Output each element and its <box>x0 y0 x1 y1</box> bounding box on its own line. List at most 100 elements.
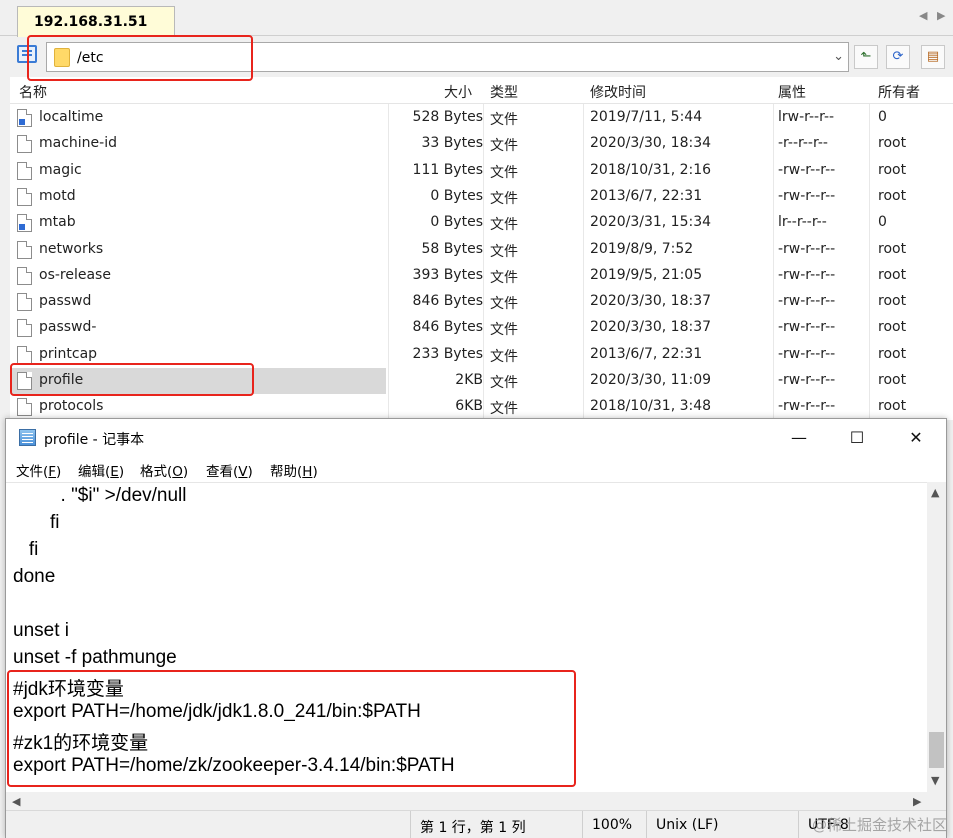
file-row[interactable]: mtab 0 Bytes 文件 2020/3/31, 15:34 lr--r--r-- 0 <box>10 210 953 236</box>
menu-file[interactable]: 文件(F) <box>16 460 61 480</box>
notepad-window: profile - 记事本 — ☐ ✕ 文件(F) 编辑(E) 格式(O) 查看… <box>5 418 947 838</box>
name-cell[interactable]: printcap <box>10 342 386 368</box>
file-owner: root <box>878 266 907 283</box>
file-row[interactable]: passwd- 846 Bytes 文件 2020/3/30, 18:37 -rw-r-… <box>10 315 953 341</box>
address-row: /etc ⌄ ⬑ ⟳ ▤ <box>0 37 953 77</box>
file-row[interactable]: os-release 393 Bytes 文件 2019/9/5, 21:05 -rw-… <box>10 263 953 289</box>
file-name: machine-id <box>39 135 117 152</box>
text-line: #zk1的环境变量 <box>13 733 149 754</box>
file-row[interactable]: machine-id 33 Bytes 文件 2020/3/30, 18:34 -r--… <box>10 131 953 157</box>
file-modified: 2019/7/11, 5:44 <box>590 109 703 125</box>
file-attributes: -rw-r--r-- <box>778 187 836 204</box>
file-modified: 2020/3/30, 18:37 <box>590 293 712 310</box>
scroll-up-icon[interactable]: ▲ <box>931 486 939 499</box>
name-cell[interactable]: passwd <box>10 289 386 315</box>
file-type: 文件 <box>490 164 518 181</box>
file-row[interactable]: networks 58 Bytes 文件 2019/8/9, 7:52 -rw-r--r… <box>10 237 953 263</box>
file-name: networks <box>39 240 104 257</box>
scroll-right-icon[interactable]: ▶ <box>913 795 921 808</box>
file-row[interactable]: passwd 846 Bytes 文件 2020/3/30, 18:37 -rw-r--… <box>10 289 953 315</box>
file-attributes: -rw-r--r-- <box>778 319 836 336</box>
file-size: 846 Bytes <box>412 293 483 310</box>
file-type: 文件 <box>490 322 518 339</box>
status-bar: 第 1 行，第 1 列 100% Unix (LF) UTF-8 <box>6 810 946 838</box>
file-modified: 2020/3/31, 15:34 <box>590 214 712 231</box>
text-line: unset -f pathmunge <box>13 647 177 668</box>
file-row[interactable]: localtime 528 Bytes 文件 2019/7/11, 5:44 lrw-r… <box>10 105 953 131</box>
text-line: unset i <box>13 620 69 641</box>
file-row[interactable]: motd 0 Bytes 文件 2013/6/7, 22:31 -rw-r--r-- ro… <box>10 184 953 210</box>
chevron-down-icon[interactable]: ⌄ <box>833 49 844 64</box>
scroll-left-icon[interactable]: ◀ <box>12 795 20 808</box>
name-cell[interactable]: machine-id <box>10 131 386 157</box>
tab-label: 192.168.31.51 <box>34 14 148 30</box>
sftp-file-browser: 192.168.31.51 ◀ ▶ /etc ⌄ ⬑ ⟳ ▤ 名称 大小 类型 … <box>0 0 953 420</box>
file-row[interactable]: magic 111 Bytes 文件 2018/10/31, 2:16 -rw-r--r… <box>10 158 953 184</box>
vertical-scrollbar[interactable]: ▲ ▼ <box>927 482 946 792</box>
name-cell[interactable]: networks <box>10 237 386 263</box>
menu-bar: 文件(F) 编辑(E) 格式(O) 查看(V) 帮助(H) <box>6 456 946 482</box>
text-line: . "$i" >/dev/null <box>13 485 187 506</box>
file-list: 名称 大小 类型 ^ 修改时间 属性 所有者 localtime 528 Byte… <box>10 77 953 420</box>
file-owner: root <box>878 161 907 178</box>
horizontal-scrollbar[interactable]: ◀ ▶ <box>6 792 946 810</box>
file-modified: 2019/8/9, 7:52 <box>590 240 694 257</box>
name-cell[interactable]: passwd- <box>10 315 386 341</box>
file-icon <box>17 161 32 180</box>
file-modified: 2020/3/30, 18:34 <box>590 135 712 152</box>
folder-up-icon[interactable]: ⬑ <box>854 45 878 69</box>
column-header-type[interactable]: 类型 <box>490 82 518 102</box>
notepad-titlebar[interactable]: profile - 记事本 — ☐ ✕ <box>6 419 946 456</box>
text-editor[interactable]: . "$i" >/dev/null fi fi done unset i unset … <box>6 482 927 792</box>
file-size: 0 Bytes <box>430 214 483 231</box>
column-header-attributes[interactable]: 属性 <box>778 82 806 102</box>
file-modified: 2019/9/5, 21:05 <box>590 266 703 283</box>
name-cell[interactable]: protocols <box>10 394 386 420</box>
column-header-modified[interactable]: 修改时间 <box>590 82 646 102</box>
file-row[interactable]: protocols 6KB 文件 2018/10/31, 3:48 -rw-r--r--… <box>10 394 953 420</box>
tab-next-icon[interactable]: ▶ <box>937 9 945 22</box>
column-header-size[interactable]: 大小 <box>444 82 472 102</box>
view-icon[interactable]: ▤ <box>921 45 945 69</box>
menu-format[interactable]: 格式(O) <box>140 460 188 480</box>
symlink-file-icon <box>17 214 32 233</box>
file-name: motd <box>39 187 76 204</box>
tab-remote-host[interactable]: 192.168.31.51 <box>17 6 175 37</box>
column-header-owner[interactable]: 所有者 <box>878 82 920 102</box>
path-value: /etc <box>77 50 104 66</box>
file-icon <box>17 372 32 390</box>
file-type: 文件 <box>490 217 518 234</box>
name-cell[interactable]: magic <box>10 158 386 184</box>
file-owner: root <box>878 293 907 310</box>
path-input[interactable]: /etc ⌄ <box>46 42 849 72</box>
view-toggle-icon[interactable] <box>17 45 37 63</box>
watermark: @稀土掘金技术社区 <box>811 816 947 834</box>
file-size: 33 Bytes <box>421 135 483 152</box>
file-type: 文件 <box>490 348 518 365</box>
file-row[interactable]: printcap 233 Bytes 文件 2013/6/7, 22:31 -rw-r-… <box>10 342 953 368</box>
file-row[interactable]: profile 2KB 文件 2020/3/30, 11:09 -rw-r--r-- ro… <box>10 368 953 394</box>
refresh-icon[interactable]: ⟳ <box>886 45 910 69</box>
file-attributes: -rw-r--r-- <box>778 345 836 362</box>
menu-edit[interactable]: 编辑(E) <box>78 460 124 480</box>
name-cell[interactable]: mtab <box>10 210 386 236</box>
folder-icon <box>54 48 70 67</box>
file-modified: 2020/3/30, 18:37 <box>590 319 712 336</box>
file-name: localtime <box>39 109 104 125</box>
scroll-down-icon[interactable]: ▼ <box>931 774 939 787</box>
minimize-button[interactable]: — <box>770 419 828 456</box>
name-cell[interactable]: localtime <box>10 105 386 131</box>
tab-prev-icon[interactable]: ◀ <box>919 9 927 22</box>
name-cell[interactable]: motd <box>10 184 386 210</box>
scroll-thumb[interactable] <box>929 732 944 768</box>
menu-view[interactable]: 查看(V) <box>206 460 253 480</box>
maximize-button[interactable]: ☐ <box>828 419 886 456</box>
file-attributes: -r--r--r-- <box>778 135 828 152</box>
file-icon <box>17 398 32 417</box>
file-owner: root <box>878 372 907 388</box>
close-button[interactable]: ✕ <box>887 419 945 456</box>
column-header-name[interactable]: 名称 <box>19 82 47 102</box>
menu-help[interactable]: 帮助(H) <box>270 460 318 480</box>
name-cell[interactable]: os-release <box>10 263 386 289</box>
name-cell[interactable]: profile <box>10 368 386 394</box>
